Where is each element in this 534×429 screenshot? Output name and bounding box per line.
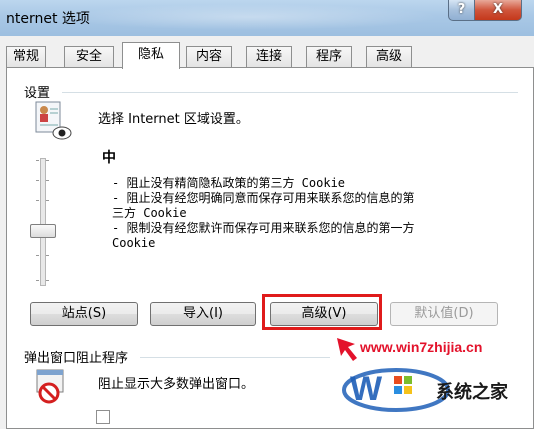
slider-tick: [46, 180, 49, 181]
popup-blocker-separator: [140, 357, 330, 358]
sites-button[interactable]: 站点(S): [30, 302, 138, 326]
tab-connections[interactable]: 连接: [246, 46, 292, 67]
slider-tick: [46, 280, 49, 281]
tab-general[interactable]: 常规: [6, 46, 46, 67]
privacy-level-label: 中: [102, 150, 116, 166]
privacy-slider-thumb[interactable]: [30, 224, 56, 238]
description-line: - 阻止没有精简隐私政策的第三方 Cookie: [112, 176, 346, 190]
privacy-slider-track[interactable]: [40, 158, 46, 286]
tab-security[interactable]: 安全: [64, 46, 114, 67]
window-title: nternet 选项: [6, 11, 90, 27]
slider-tick: [36, 255, 39, 256]
tab-programs[interactable]: 程序: [306, 46, 352, 67]
settings-separator: [62, 92, 518, 93]
slider-tick: [36, 200, 39, 201]
description-line: - 阻止没有经您明确同意而保存可用来联系您的信息的第: [112, 191, 415, 205]
description-line: 三方 Cookie: [112, 206, 187, 220]
tab-content[interactable]: 内容: [186, 46, 232, 67]
slider-tick: [46, 200, 49, 201]
help-button[interactable]: ?: [448, 0, 475, 21]
slider-tick: [36, 180, 39, 181]
close-icon: X: [492, 2, 504, 17]
slider-tick: [46, 160, 49, 161]
privacy-document-icon: [35, 101, 72, 140]
slider-tick: [46, 255, 49, 256]
tab-advanced[interactable]: 高级: [366, 46, 412, 67]
import-button[interactable]: 导入(I): [150, 302, 256, 326]
popup-blocker-text: 阻止显示大多数弹出窗口。: [98, 377, 255, 392]
title-bar: nternet 选项 ? X: [0, 0, 534, 36]
tab-privacy[interactable]: 隐私: [122, 42, 180, 69]
settings-group-label: 设置: [24, 86, 51, 101]
help-icon: ?: [457, 2, 466, 17]
popup-block-icon: [36, 369, 64, 404]
popup-blocker-checkbox[interactable]: [96, 410, 110, 424]
zone-text: 选择 Internet 区域设置。: [98, 112, 249, 127]
description-line: Cookie: [112, 236, 156, 250]
title-bar-glow: [60, 4, 440, 30]
watermark-name: 系统之家: [436, 382, 508, 402]
privacy-description: - 阻止没有精简隐私政策的第三方 Cookie - 阻止没有经您明确同意而保存可…: [112, 176, 415, 251]
slider-tick: [36, 160, 39, 161]
description-line: - 限制没有经您默许而保存可用来联系您的信息的第一方: [112, 221, 415, 235]
slider-tick: [36, 280, 39, 281]
svg-text:W: W: [350, 370, 383, 408]
popup-blocker-label: 弹出窗口阻止程序: [24, 351, 129, 366]
close-button[interactable]: X: [474, 0, 522, 21]
default-button[interactable]: 默认值(D): [390, 302, 498, 326]
advanced-button-highlight: [262, 294, 382, 330]
